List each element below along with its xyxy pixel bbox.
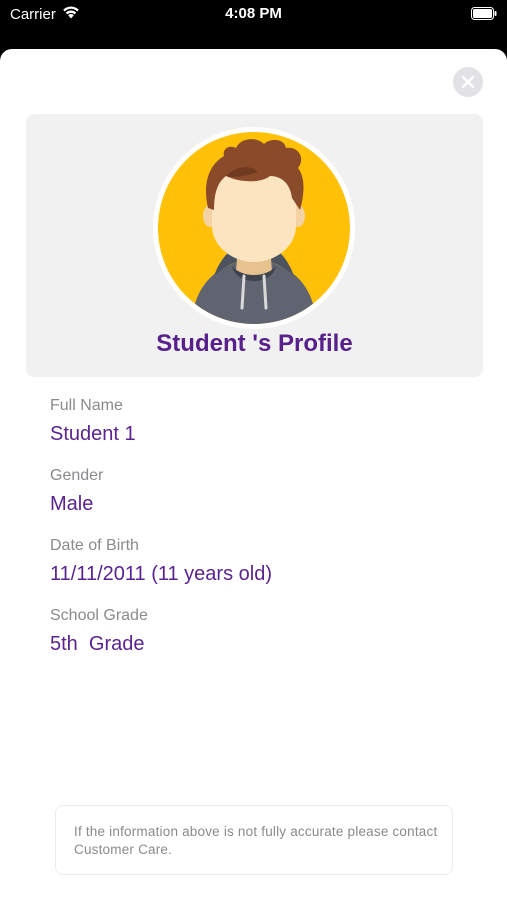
school-grade-value: 5th Grade (50, 633, 145, 655)
profile-title: Student 's Profile (156, 330, 353, 357)
student-avatar-icon (153, 127, 355, 329)
clock-time: 4:08 PM (225, 5, 282, 22)
gender-label: Gender (50, 467, 104, 484)
gender-value: Male (50, 493, 94, 515)
accuracy-notice-text: If the information above is not fully ac… (74, 824, 438, 857)
battery-icon (471, 7, 497, 20)
full-name-label: Full Name (50, 397, 123, 414)
accuracy-notice: If the information above is not fully ac… (55, 805, 453, 875)
date-of-birth-value: 11/11/2011 (11 years old) (50, 563, 272, 585)
school-grade-label: School Grade (50, 607, 148, 624)
date-of-birth-label: Date of Birth (50, 537, 139, 554)
close-icon (462, 76, 474, 88)
full-name-value: Student 1 (50, 423, 136, 445)
status-bar: Carrier 4:08 PM (0, 0, 507, 28)
close-button[interactable] (453, 67, 483, 97)
